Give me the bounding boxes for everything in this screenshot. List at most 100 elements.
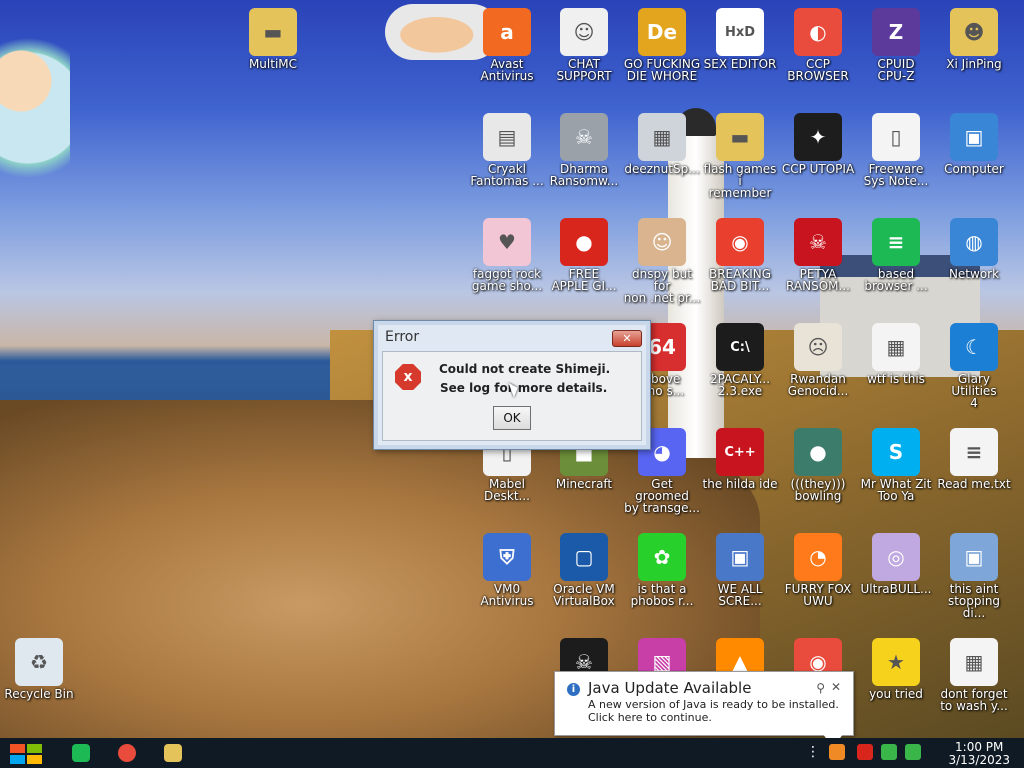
- desktop-icon[interactable]: ◍ Network: [935, 218, 1013, 280]
- desktop-icon[interactable]: ● FREE APPLE GI...: [545, 218, 623, 292]
- desktop-icon-label: WE ALL SCRE...: [717, 582, 763, 608]
- folder-icon: ▬: [716, 113, 764, 161]
- pin-icon[interactable]: ⚲: [816, 681, 825, 695]
- desktop-icon[interactable]: ▦ deeznutSp...: [623, 113, 701, 175]
- desktop-icon-label: CCP UTOPIA: [781, 162, 855, 176]
- chrome-taskbar-icon[interactable]: [118, 744, 136, 762]
- java-update-notification[interactable]: i Java Update Available A new version of…: [554, 671, 854, 748]
- desktop-icon[interactable]: ▣ Computer: [935, 113, 1013, 175]
- desktop-icon[interactable]: ★ you tried: [857, 638, 935, 700]
- desktop-icon[interactable]: ▦ wtf is this: [857, 323, 935, 385]
- desktop-icon-label: UltraBULL...: [860, 582, 932, 596]
- desktop-icon[interactable]: ▣ this aint stopping di...: [935, 533, 1013, 619]
- desktop-icon-label: Cryakl Fantomas ...: [470, 162, 544, 188]
- desktop-icon[interactable]: ◐ CCP BROWSER: [779, 8, 857, 82]
- desktop-icon[interactable]: ◎ UltraBULL...: [857, 533, 935, 595]
- terminal-icon: C:\: [716, 323, 764, 371]
- desktop-icon[interactable]: ☺ dnspy but for non .net pr...: [623, 218, 701, 304]
- volume-tray-icon[interactable]: [905, 744, 921, 760]
- desktop-icon[interactable]: S Mr What Zit Too Ya: [857, 428, 935, 502]
- desktop-icon[interactable]: Z CPUID CPU-Z: [857, 8, 935, 82]
- desktop-icon[interactable]: ● (((they))) bowling: [779, 428, 857, 502]
- desktop-icon[interactable]: HxD SEX EDITOR: [701, 8, 779, 70]
- angry-bird-icon: ◉: [716, 218, 764, 266]
- desktop-icon-label: (((they))) bowling: [790, 477, 846, 503]
- desktop-icon-label: FREE APPLE GI...: [551, 267, 617, 293]
- desktop-icon[interactable]: ▬ flash games i remember: [701, 113, 779, 199]
- desktop-icon-label: the hilda ide: [702, 477, 778, 491]
- desktop-icon[interactable]: ☹ Rwandan Genocid...: [779, 323, 857, 397]
- desktop-icon-label: VM0 Antivirus: [480, 582, 534, 608]
- desktop-icon[interactable]: De GO FUCKING DIE WHORE: [623, 8, 701, 82]
- recycle-bin-icon: ♻: [15, 638, 63, 686]
- desktop-icon[interactable]: ◉ BREAKING BAD BIT...: [701, 218, 779, 292]
- desktop-icon[interactable]: ☾ Glary Utilities 4: [935, 323, 1013, 409]
- skull-icon: ☠: [794, 218, 842, 266]
- devcpp-icon: C++: [716, 428, 764, 476]
- java-tray-icon[interactable]: [829, 744, 845, 760]
- dragon-icon: ✦: [794, 113, 842, 161]
- desktop-icon[interactable]: ≡ based browser ...: [857, 218, 935, 292]
- desktop-icon[interactable]: ✿ is that a phobos r...: [623, 533, 701, 607]
- desktop-icon[interactable]: ♻ Recycle Bin: [0, 638, 78, 700]
- desktop-icon[interactable]: ▯ Freeware Sys Note...: [857, 113, 935, 187]
- desktop-icon[interactable]: ◔ FURRY FOX UWU: [779, 533, 857, 607]
- desktop-icon[interactable]: ♥ faggot rock game sho...: [468, 218, 546, 292]
- bowling-icon: ●: [794, 428, 842, 476]
- disc-icon: ◎: [872, 533, 920, 581]
- desktop-icon-label: Mabel Deskt...: [484, 477, 530, 503]
- desktop-icon[interactable]: ☠ PETYA RANSOM...: [779, 218, 857, 292]
- tray-overflow-icon[interactable]: ⋮: [806, 744, 822, 760]
- spotify-icon: ≡: [872, 218, 920, 266]
- calendar-icon: ▦: [950, 638, 998, 686]
- desktop-icon-label: GO FUCKING DIE WHORE: [623, 57, 701, 83]
- desktop-icon[interactable]: ▣ WE ALL SCRE...: [701, 533, 779, 607]
- desktop-icon[interactable]: ☺ CHAT SUPPORT: [545, 8, 623, 82]
- desktop-icon[interactable]: a Avast Antivirus: [468, 8, 546, 82]
- calendar-icon: ▦: [872, 323, 920, 371]
- error-dialog-titlebar[interactable]: Error ✕: [374, 321, 650, 349]
- desktop-icon-label: this aint stopping di...: [947, 582, 1001, 620]
- desktop-icon-label: Rwandan Genocid...: [787, 372, 849, 398]
- desktop-icon[interactable]: ▬ MultiMC: [234, 8, 312, 70]
- taskbar-clock[interactable]: 1:00 PM 3/13/2023: [948, 741, 1010, 767]
- windows-logo-tile: [10, 744, 25, 753]
- desktop-icon[interactable]: ▦ dont forget to wash y...: [935, 638, 1013, 712]
- desktop-icon[interactable]: ✦ CCP UTOPIA: [779, 113, 857, 175]
- flag-tray-icon[interactable]: [857, 744, 873, 760]
- desktop-icon-label: Network: [948, 267, 1000, 281]
- desktop-icon-label: CCP BROWSER: [787, 57, 849, 83]
- desktop-icon-label: CPUID CPU-Z: [877, 57, 915, 83]
- notification-title: Java Update Available: [588, 679, 752, 697]
- desktop-icon-label: SEX EDITOR: [703, 57, 777, 71]
- error-dialog-title: Error: [385, 329, 420, 345]
- explorer-taskbar-icon[interactable]: [164, 744, 182, 762]
- network-icon: ◍: [950, 218, 998, 266]
- start-button[interactable]: [10, 744, 42, 764]
- desktop-icon-label: flash games i remember: [703, 162, 777, 200]
- desktop-icon[interactable]: C:\ 2PACALY... 2.3.exe: [701, 323, 779, 397]
- desktop-icon-label: deeznutSp...: [624, 162, 700, 176]
- desktop-icon[interactable]: ⛨ VM0 Antivirus: [468, 533, 546, 607]
- windows-logo-tile: [27, 755, 42, 764]
- error-message-line-1: Could not create Shimeji.: [439, 362, 611, 376]
- close-icon[interactable]: ✕: [831, 680, 841, 694]
- desktop-icon[interactable]: ▢ Oracle VM VirtualBox: [545, 533, 623, 607]
- moon-icon: ☾: [950, 323, 998, 371]
- notification-action-text[interactable]: Click here to continue.: [588, 711, 712, 724]
- shield-icon: ⛨: [483, 533, 531, 581]
- desktop-icon[interactable]: ▤ Cryakl Fantomas ...: [468, 113, 546, 187]
- shimeji-character-left[interactable]: [0, 0, 70, 180]
- desktop-icon[interactable]: ☠ Dharma Ransomw...: [545, 113, 623, 187]
- close-icon[interactable]: ✕: [612, 330, 642, 347]
- info-icon: i: [567, 683, 580, 696]
- desktop-icon-label: faggot rock game sho...: [471, 267, 543, 293]
- network-tray-icon[interactable]: [881, 744, 897, 760]
- desktop-icon[interactable]: ≡ Read me.txt: [935, 428, 1013, 490]
- desktop-icon[interactable]: C++ the hilda ide: [701, 428, 779, 490]
- spotify-taskbar-icon[interactable]: [72, 744, 90, 762]
- desktop-icon[interactable]: ☻ Xi JinPing: [935, 8, 1013, 70]
- ok-button[interactable]: OK: [493, 406, 531, 430]
- firefox-icon: ◔: [794, 533, 842, 581]
- user-folder-icon: ☻: [950, 8, 998, 56]
